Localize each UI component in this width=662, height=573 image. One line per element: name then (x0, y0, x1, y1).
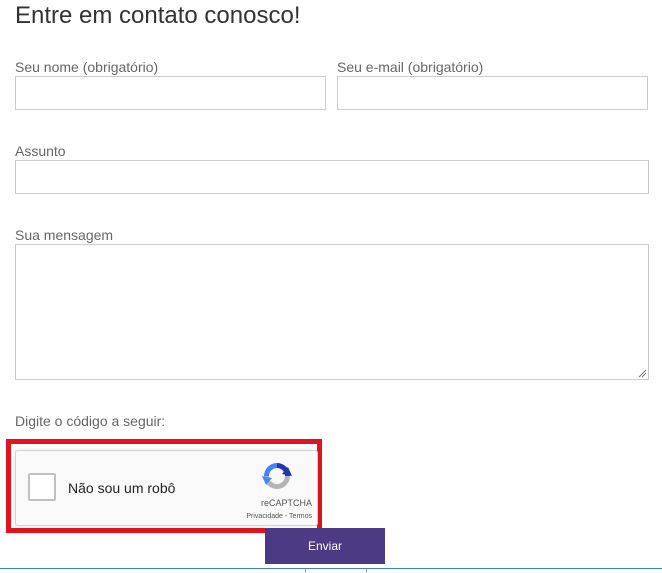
captcha-prompt-label: Digite o código a seguir: (15, 413, 166, 429)
name-input[interactable] (15, 76, 326, 110)
name-field-label: Seu nome (obrigatório) (15, 59, 159, 75)
page-title: Entre em contato conosco! (15, 2, 301, 29)
submit-button[interactable]: Enviar (265, 528, 385, 564)
recaptcha-logo-icon (262, 463, 292, 489)
message-field-label: Sua mensagem (15, 227, 114, 243)
captcha-checkbox[interactable] (28, 473, 56, 501)
captcha-checkbox-label[interactable]: Não sou um robô (68, 480, 175, 496)
contact-page: { "form": { "title": "Entre em contato c… (0, 0, 662, 573)
subject-input[interactable] (15, 160, 649, 194)
resize-grip-icon[interactable] (637, 368, 647, 378)
recaptcha-privacy-terms-links[interactable]: Privacidade - Termos (212, 513, 312, 520)
message-textarea[interactable] (15, 244, 649, 380)
email-input[interactable] (337, 76, 648, 110)
recaptcha-widget: Não sou um robô reCAPTCHA Privacidade - … (15, 450, 318, 526)
subject-field-label: Assunto (15, 143, 66, 159)
email-field-label: Seu e-mail (obrigatório) (337, 59, 484, 75)
recaptcha-brand-text: reCAPTCHA (260, 498, 312, 508)
